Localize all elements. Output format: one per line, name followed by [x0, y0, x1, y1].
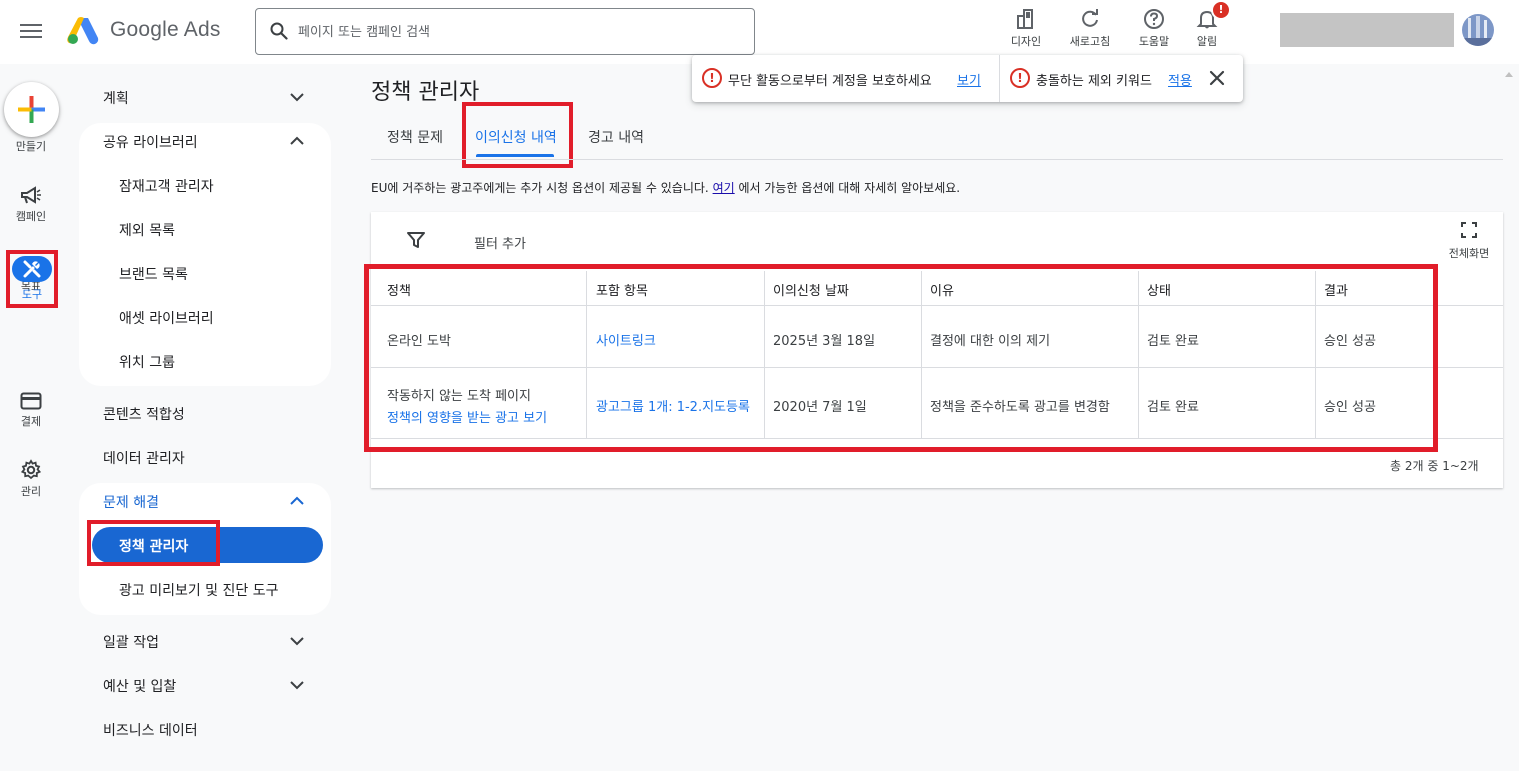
refresh-button[interactable]: 새로고침 — [1060, 6, 1120, 56]
error-icon: ! — [1010, 68, 1030, 88]
megaphone-icon — [21, 186, 41, 204]
gear-icon — [20, 459, 42, 480]
create-label: 만들기 — [15, 140, 47, 153]
nav-content-suitability[interactable]: 콘텐츠 적합성 — [103, 404, 185, 424]
help-icon — [1144, 9, 1164, 29]
rail-label-tools: 도구 — [21, 288, 43, 301]
nav-location-groups[interactable]: 위치 그룹 — [119, 352, 175, 372]
rail-item-admin[interactable]: 관리 — [0, 459, 62, 499]
main-menu-button[interactable] — [18, 20, 44, 44]
chevron-down-icon[interactable] — [289, 633, 305, 649]
nav-data-manager[interactable]: 데이터 관리자 — [103, 448, 185, 468]
nav-audience-manager[interactable]: 잠재고객 관리자 — [119, 176, 214, 196]
error-icon: ! — [702, 68, 722, 88]
tabs-divider — [371, 159, 1503, 160]
view-link[interactable]: 보기 — [957, 70, 981, 89]
rail-label-campaigns: 캠페인 — [15, 210, 47, 223]
fullscreen-button[interactable]: 전체화면 — [1444, 222, 1494, 261]
rail-item-billing[interactable]: 결제 — [0, 391, 62, 429]
help-label: 도움말 — [1138, 35, 1170, 48]
add-filter-button[interactable]: 필터 추가 — [474, 233, 526, 252]
rail-item-campaigns[interactable]: 캠페인 — [0, 186, 62, 224]
notification-text-protect-account: 무단 활동으로부터 계정을 보호하세요 — [728, 74, 932, 89]
nav-asset-library[interactable]: 애셋 라이브러리 — [119, 308, 214, 328]
refresh-icon — [1082, 9, 1098, 27]
apply-link[interactable]: 적용 — [1168, 70, 1192, 89]
create-button[interactable] — [4, 82, 59, 137]
nav-brand-lists[interactable]: 브랜드 목록 — [119, 264, 188, 284]
refresh-label: 새로고침 — [1069, 35, 1111, 48]
rail-label-admin: 관리 — [20, 485, 42, 498]
notification-divider — [999, 55, 1000, 102]
plus-icon — [18, 96, 45, 123]
brand-name: Google Ads — [110, 18, 221, 41]
annotation-highlight-box — [364, 264, 1438, 452]
eu-notice-text-after: 에서 가능한 옵션에 대해 자세히 알아보세요. — [738, 181, 961, 195]
tools-icon — [23, 260, 41, 278]
notifications-label: 알림 — [1196, 35, 1218, 48]
scroll-up-arrow[interactable] — [1505, 72, 1513, 77]
appearance-button[interactable]: 디자인 — [996, 6, 1056, 56]
chevron-down-icon[interactable] — [289, 89, 305, 105]
avatar[interactable] — [1462, 14, 1494, 46]
close-icon[interactable] — [1208, 69, 1226, 87]
nav-budgets-bidding[interactable]: 예산 및 입찰 — [103, 676, 176, 696]
eu-notice: EU에 거주하는 광고주에게는 추가 시청 옵션이 제공될 수 있습니다. 여기… — [371, 179, 960, 196]
chevron-up-icon[interactable] — [289, 133, 305, 149]
fullscreen-label: 전체화면 — [1448, 247, 1490, 260]
nav-planning[interactable]: 계획 — [103, 88, 129, 108]
appearance-label: 디자인 — [1010, 35, 1042, 48]
chevron-up-icon[interactable] — [289, 493, 305, 509]
notification-text-conflicting-keywords: 충돌하는 제외 키워드 — [1036, 74, 1152, 89]
eu-notice-text: EU에 거주하는 광고주에게는 추가 시청 옵션이 제공될 수 있습니다. — [371, 181, 709, 195]
search-box[interactable] — [255, 8, 755, 55]
nav-policy-manager[interactable]: 정책 관리자 — [119, 536, 188, 556]
account-info-redacted[interactable] — [1280, 13, 1454, 47]
search-input[interactable] — [298, 20, 738, 44]
rail-active-pill — [12, 256, 52, 282]
nav-exclusion-lists[interactable]: 제외 목록 — [119, 220, 175, 240]
search-icon — [270, 22, 288, 40]
pagination-summary: 총 2개 중 1~2개 — [1390, 459, 1479, 473]
rail-label-billing: 결제 — [20, 415, 42, 428]
credit-card-icon — [20, 392, 42, 410]
chevron-down-icon[interactable] — [289, 677, 305, 693]
nav-group-shared-library — [79, 123, 331, 386]
rail-item-tools[interactable]: 도구 — [6, 250, 58, 308]
nav-troubleshooting[interactable]: 문제 해결 — [103, 492, 159, 512]
filter-icon[interactable] — [406, 230, 426, 250]
tab-strike-history[interactable]: 경고 내역 — [588, 127, 644, 147]
google-ads-logo-icon — [67, 17, 99, 45]
nav-shared-library[interactable]: 공유 라이브러리 — [103, 132, 198, 152]
tab-policy-issues[interactable]: 정책 문제 — [387, 127, 443, 147]
notification-banner: ! 무단 활동으로부터 계정을 보호하세요 보기 ! 충돌하는 제외 키워드 적… — [692, 55, 1243, 102]
notification-badge: ! — [1211, 0, 1231, 20]
nav-bulk-actions[interactable]: 일괄 작업 — [103, 632, 159, 652]
nav-business-data[interactable]: 비즈니스 데이터 — [103, 720, 198, 740]
help-button[interactable]: 도움말 — [1124, 6, 1184, 56]
eu-notice-link[interactable]: 여기 — [713, 181, 735, 195]
notifications-button[interactable]: 알림 ! — [1177, 0, 1237, 56]
fullscreen-icon — [1461, 222, 1477, 238]
appearance-icon — [1017, 9, 1033, 29]
nav-ad-preview-diagnosis[interactable]: 광고 미리보기 및 진단 도구 — [119, 580, 278, 600]
avatar-image-icon — [1462, 14, 1494, 46]
